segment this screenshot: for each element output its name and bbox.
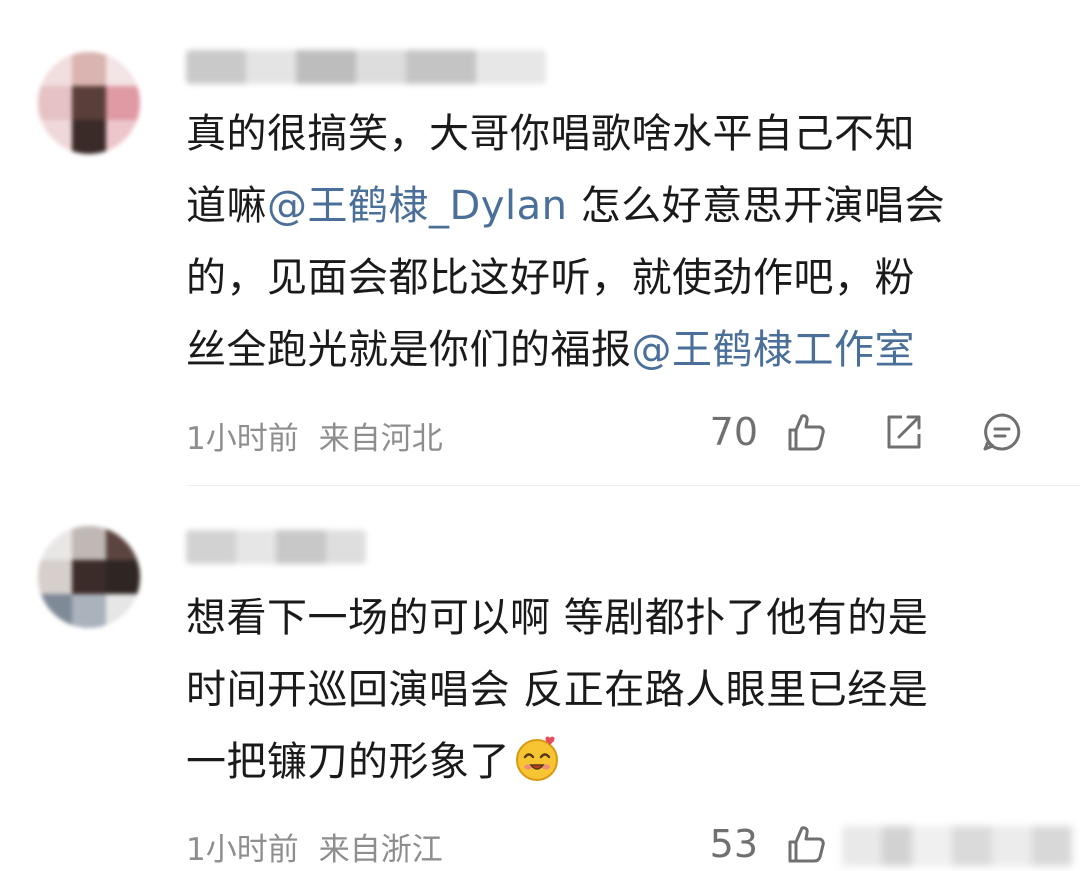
mention-link[interactable]: @王鹤棣_Dylan	[267, 183, 567, 229]
redacted-watermark	[842, 826, 1072, 866]
text-segment: 一把镰刀的形象了	[186, 739, 510, 785]
location: 来自浙江	[318, 832, 443, 868]
comment-item: 真的很搞笑，大哥你唱歌啥水平自己不知 道嘛@王鹤棣_Dylan 怎么好意思开演唱…	[0, 0, 1080, 486]
location: 来自河北	[318, 421, 443, 457]
text-segment: 想看下一场的可以啊 等剧都扑了他有的是	[186, 595, 929, 641]
comment-line: 真的很搞笑，大哥你唱歌啥水平自己不知	[186, 98, 1046, 170]
text-segment: 时间开巡回演唱会 反正在路人眼里已经是	[186, 667, 929, 713]
username[interactable]	[186, 530, 366, 564]
comment-text: 想看下一场的可以啊 等剧都扑了他有的是 时间开巡回演唱会 反正在路人眼里已经是 …	[186, 582, 1046, 798]
text-segment: 道嘛	[186, 183, 267, 229]
mention-link[interactable]: @王鹤棣工作室	[632, 327, 916, 373]
thumbs-up-icon[interactable]	[784, 822, 828, 866]
avatar[interactable]	[38, 526, 140, 628]
timestamp: 1小时前	[186, 421, 299, 457]
share-icon[interactable]	[882, 410, 926, 454]
comment-meta: 1小时前 来自河北	[186, 413, 443, 458]
comment-line: 的，见面会都比这好听，就使劲作吧，粉	[186, 242, 1046, 314]
thumbs-up-icon[interactable]	[784, 410, 828, 454]
like-count: 70	[709, 410, 758, 454]
comment-meta: 1小时前 来自浙江	[186, 824, 443, 869]
text-segment: 真的很搞笑，大哥你唱歌啥水平自己不知	[186, 111, 915, 157]
timestamp: 1小时前	[186, 832, 299, 868]
comment-line: 丝全跑光就是你们的福报@王鹤棣工作室	[186, 314, 1046, 386]
comment-line: 时间开巡回演唱会 反正在路人眼里已经是	[186, 654, 1046, 726]
comment-icon[interactable]	[980, 410, 1024, 454]
comment-line: 想看下一场的可以啊 等剧都扑了他有的是	[186, 582, 1046, 654]
comment-line: 道嘛@王鹤棣_Dylan 怎么好意思开演唱会	[186, 170, 1046, 242]
comment-line: 一把镰刀的形象了	[186, 726, 1046, 798]
comment-item: 想看下一场的可以啊 等剧都扑了他有的是 时间开巡回演唱会 反正在路人眼里已经是 …	[0, 486, 1080, 871]
avatar[interactable]	[38, 52, 140, 154]
comment-text: 真的很搞笑，大哥你唱歌啥水平自己不知 道嘛@王鹤棣_Dylan 怎么好意思开演唱…	[186, 98, 1046, 386]
text-segment: 怎么好意思开演唱会	[567, 183, 946, 229]
text-segment: 丝全跑光就是你们的福报	[186, 327, 632, 373]
like-count: 53	[709, 822, 758, 866]
happy-face-emoji-icon	[516, 736, 558, 781]
username[interactable]	[186, 50, 546, 84]
text-segment: 的，见面会都比这好听，就使劲作吧，粉	[186, 255, 915, 301]
